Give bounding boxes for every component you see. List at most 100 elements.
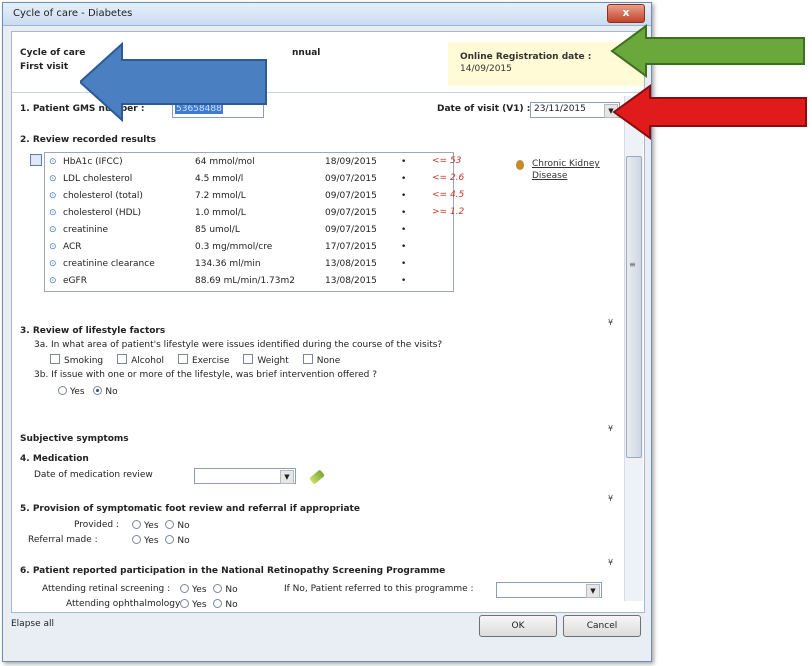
intervention-no-radio[interactable]: No <box>93 386 118 397</box>
elapse-all-link[interactable]: Elapse all <box>11 619 54 629</box>
result-name: creatinine <box>63 225 108 235</box>
retinopathy-title: 6. Patient reported participation in the… <box>20 566 446 576</box>
grid-icon[interactable] <box>30 154 42 166</box>
lifestyle-option-checkbox[interactable]: Weight <box>243 354 289 366</box>
table-row[interactable]: ⊙ LDL cholesterol 4.5 mmol/l 09/07/2015 • <box>45 172 453 188</box>
result-marker-icon: • <box>401 225 407 235</box>
result-marker-icon: • <box>401 259 407 269</box>
result-marker-icon: • <box>401 157 407 167</box>
green-arrow-icon <box>610 24 805 78</box>
scrollbar-thumb[interactable] <box>626 156 642 458</box>
lifestyle-question-3b: 3b. If issue with one or more of the lif… <box>34 370 377 380</box>
result-date: 09/07/2015 <box>325 225 377 235</box>
result-expand-icon[interactable]: ⊙ <box>49 242 57 252</box>
referral-yes-radio[interactable]: Yes <box>132 535 159 546</box>
ckd-link[interactable]: Chronic Kidney Disease <box>532 158 600 182</box>
result-name: LDL cholesterol <box>63 174 133 184</box>
result-expand-icon[interactable]: ⊙ <box>49 259 57 269</box>
retinal-no-radio[interactable]: No <box>213 584 238 595</box>
retinal-radio-group: Yes No <box>180 584 238 595</box>
medication-review-date-dropdown[interactable]: ▼ <box>194 468 296 484</box>
table-row[interactable]: ⊙ cholesterol (HDL) 1.0 mmol/L 09/07/2015 • <box>45 206 453 222</box>
pencil-icon[interactable] <box>309 469 325 485</box>
date-of-visit-label: Date of visit (V1) : <box>437 104 531 114</box>
result-name: ACR <box>63 242 82 252</box>
provided-no-radio[interactable]: No <box>165 520 190 531</box>
ophthalmology-no-radio[interactable]: No <box>213 599 238 610</box>
result-value: 7.2 mmol/L <box>195 191 246 201</box>
ophthalmology-yes-radio[interactable]: Yes <box>180 599 207 610</box>
lifestyle-title: 3. Review of lifestyle factors <box>20 326 166 336</box>
vertical-scrollbar[interactable]: ≡ <box>624 96 643 601</box>
result-expand-icon[interactable]: ⊙ <box>49 157 57 167</box>
result-marker-icon: • <box>401 276 407 286</box>
lifestyle-options: Smoking Alcohol Exercise Weight None <box>50 354 354 366</box>
lifestyle-option-label: Alcohol <box>131 356 164 366</box>
result-value: 88.69 mL/min/1.73m2 <box>195 276 295 286</box>
cancel-button[interactable]: Cancel <box>563 615 641 637</box>
lifestyle-option-checkbox[interactable]: None <box>302 354 340 366</box>
result-name: creatinine clearance <box>63 259 155 269</box>
lifestyle-option-checkbox[interactable]: Smoking <box>50 354 103 366</box>
title-bar: Cycle of care - Diabetes x <box>3 3 651 26</box>
result-date: 13/08/2015 <box>325 276 377 286</box>
date-of-visit-value: 23/11/2015 <box>534 104 586 114</box>
result-date: 09/07/2015 <box>325 191 377 201</box>
dialog-footer: Elapse all OK Cancel <box>3 613 651 661</box>
close-button[interactable]: x <box>607 4 645 23</box>
result-date: 09/07/2015 <box>325 208 377 218</box>
results-table: ⊙ HbA1c (IFCC) 64 mmol/mol 18/09/2015 • ⊙ LDL … <box>44 152 454 292</box>
collapse-chevron-icon[interactable]: ¥ <box>608 494 613 503</box>
result-expand-icon[interactable]: ⊙ <box>49 191 57 201</box>
result-date: 13/08/2015 <box>325 259 377 269</box>
result-marker-icon: • <box>401 242 407 252</box>
provided-label: Provided : <box>74 520 119 530</box>
review-results-title: 2. Review recorded results <box>20 135 157 145</box>
collapse-chevron-icon[interactable]: ¥ <box>608 318 613 327</box>
result-expand-icon[interactable]: ⊙ <box>49 225 57 235</box>
result-expand-icon[interactable]: ⊙ <box>49 174 57 184</box>
table-row[interactable]: ⊙ ACR 0.3 mg/mmol/cre 17/07/2015 • <box>45 240 453 256</box>
retinal-yes-radio[interactable]: Yes <box>180 584 207 595</box>
collapse-chevron-icon[interactable]: ¥ <box>608 558 613 567</box>
ophthalmology-radio-group: Yes No <box>180 599 238 610</box>
ok-button[interactable]: OK <box>479 615 557 637</box>
table-row[interactable]: ⊙ HbA1c (IFCC) 64 mmol/mol 18/09/2015 • <box>45 155 453 171</box>
result-value: 64 mmol/mol <box>195 157 255 167</box>
table-row[interactable]: ⊙ cholesterol (total) 7.2 mmol/L 09/07/2015… <box>45 189 453 205</box>
result-name: HbA1c (IFCC) <box>63 157 123 167</box>
date-of-visit-dropdown[interactable]: 23/11/2015 ▼ <box>530 102 620 118</box>
intervention-yes-radio[interactable]: Yes <box>58 386 85 397</box>
provided-yes-radio[interactable]: Yes <box>132 520 159 531</box>
collapse-chevron-icon[interactable]: ¥ <box>608 424 613 433</box>
result-value: 1.0 mmol/L <box>195 208 246 218</box>
attending-ophthalmology-label: Attending ophthalmology <box>66 599 181 609</box>
result-expand-icon[interactable]: ⊙ <box>49 276 57 286</box>
lifestyle-question-3a: 3a. In what area of patient's lifestyle … <box>34 340 443 350</box>
result-marker-icon: • <box>401 191 407 201</box>
result-date: 18/09/2015 <box>325 157 377 167</box>
result-value: 134.36 ml/min <box>195 259 261 269</box>
result-value: 85 umol/L <box>195 225 240 235</box>
referral-radio-group: Yes No <box>132 535 190 546</box>
lifestyle-option-label: Weight <box>257 356 289 366</box>
result-marker-icon: • <box>401 208 407 218</box>
blue-arrow-icon <box>80 41 267 123</box>
chevron-down-icon[interactable]: ▼ <box>280 470 294 484</box>
referred-label: If No, Patient referred to this programm… <box>284 584 474 594</box>
table-row[interactable]: ⊙ creatinine 85 umol/L 09/07/2015 • <box>45 223 453 239</box>
target-range: <= 4.5 <box>432 190 465 200</box>
referral-no-radio[interactable]: No <box>165 535 190 546</box>
result-expand-icon[interactable]: ⊙ <box>49 208 57 218</box>
table-row[interactable]: ⊙ eGFR 88.69 mL/min/1.73m2 13/08/2015 • <box>45 274 453 290</box>
table-row[interactable]: ⊙ creatinine clearance 134.36 ml/min 13/08/… <box>45 257 453 273</box>
result-date: 17/07/2015 <box>325 242 377 252</box>
subjective-symptoms-title: Subjective symptoms <box>20 434 129 444</box>
registration-label: Online Registration date : <box>460 52 592 62</box>
chevron-down-icon[interactable]: ▼ <box>586 584 600 598</box>
referred-dropdown[interactable]: ▼ <box>496 582 602 598</box>
lifestyle-option-checkbox[interactable]: Alcohol <box>117 354 164 366</box>
cycle-label: Cycle of care <box>20 48 86 58</box>
scroll-grip-icon: ≡ <box>629 260 636 269</box>
lifestyle-option-checkbox[interactable]: Exercise <box>177 354 229 366</box>
